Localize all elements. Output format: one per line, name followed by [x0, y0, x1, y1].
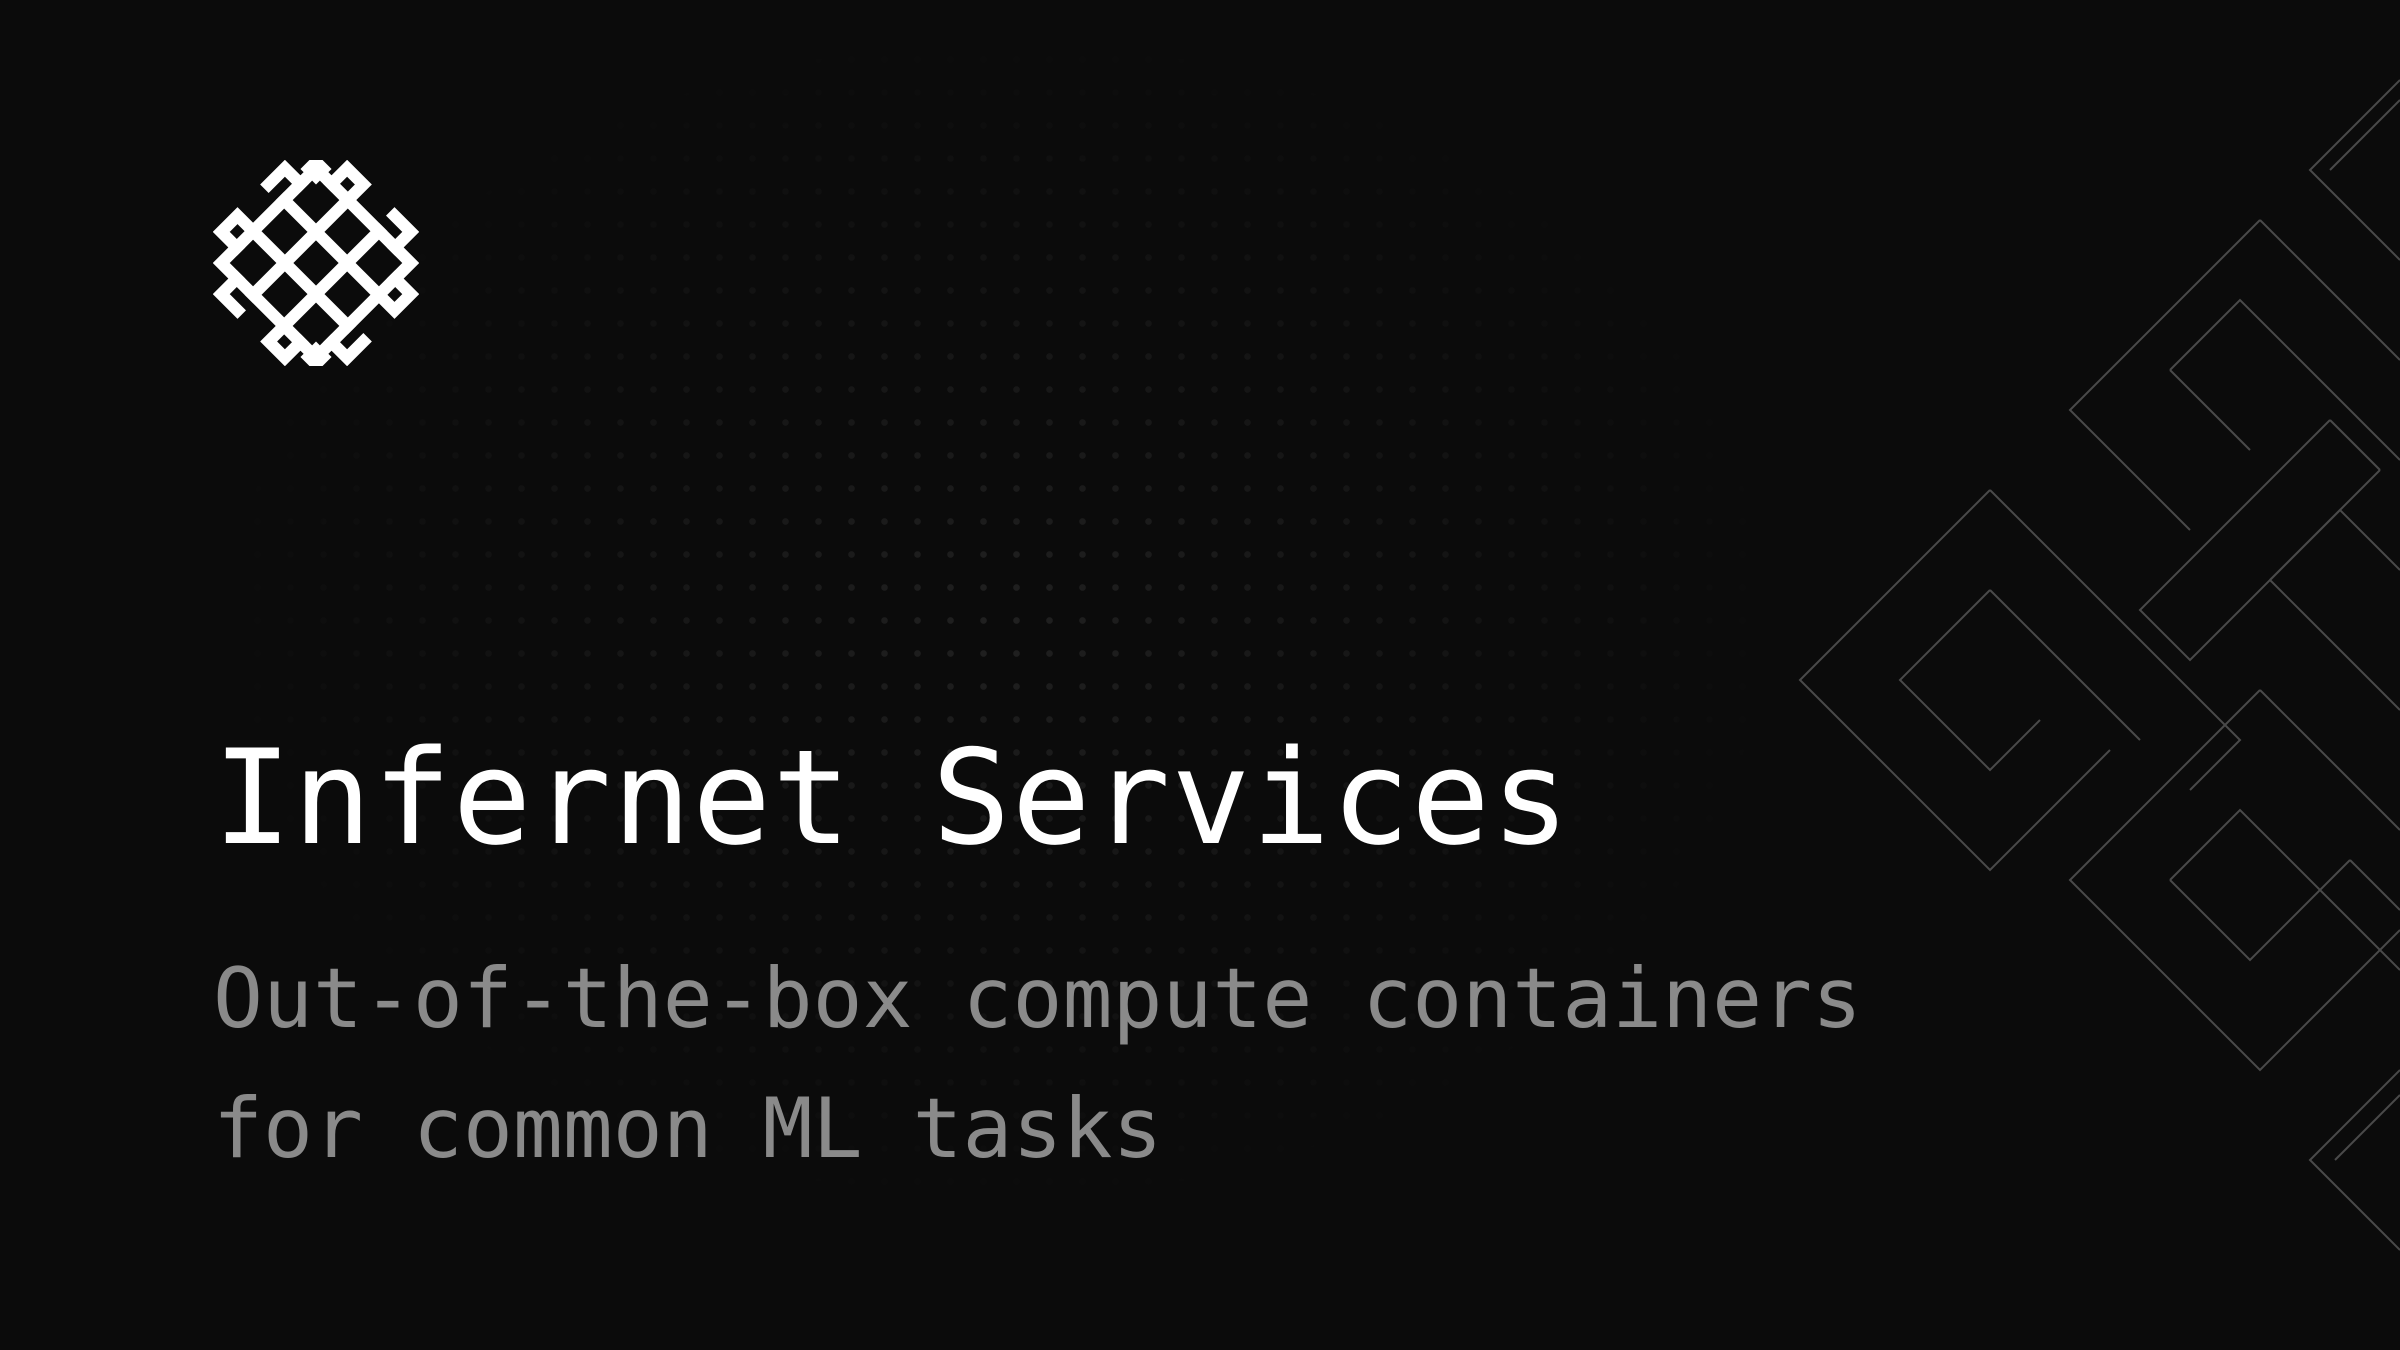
subtitle-line-1: Out-of-the-box compute containers: [213, 950, 1863, 1047]
page-title: Infernet Services: [213, 721, 1571, 874]
subtitle-line-2: for common ML tasks: [213, 1080, 1163, 1177]
subtitle: Out-of-the-box compute containers for co…: [213, 934, 1913, 1194]
slide-canvas: Infernet Services Out-of-the-box compute…: [0, 0, 2400, 1350]
knot-logo-icon: [213, 160, 419, 366]
